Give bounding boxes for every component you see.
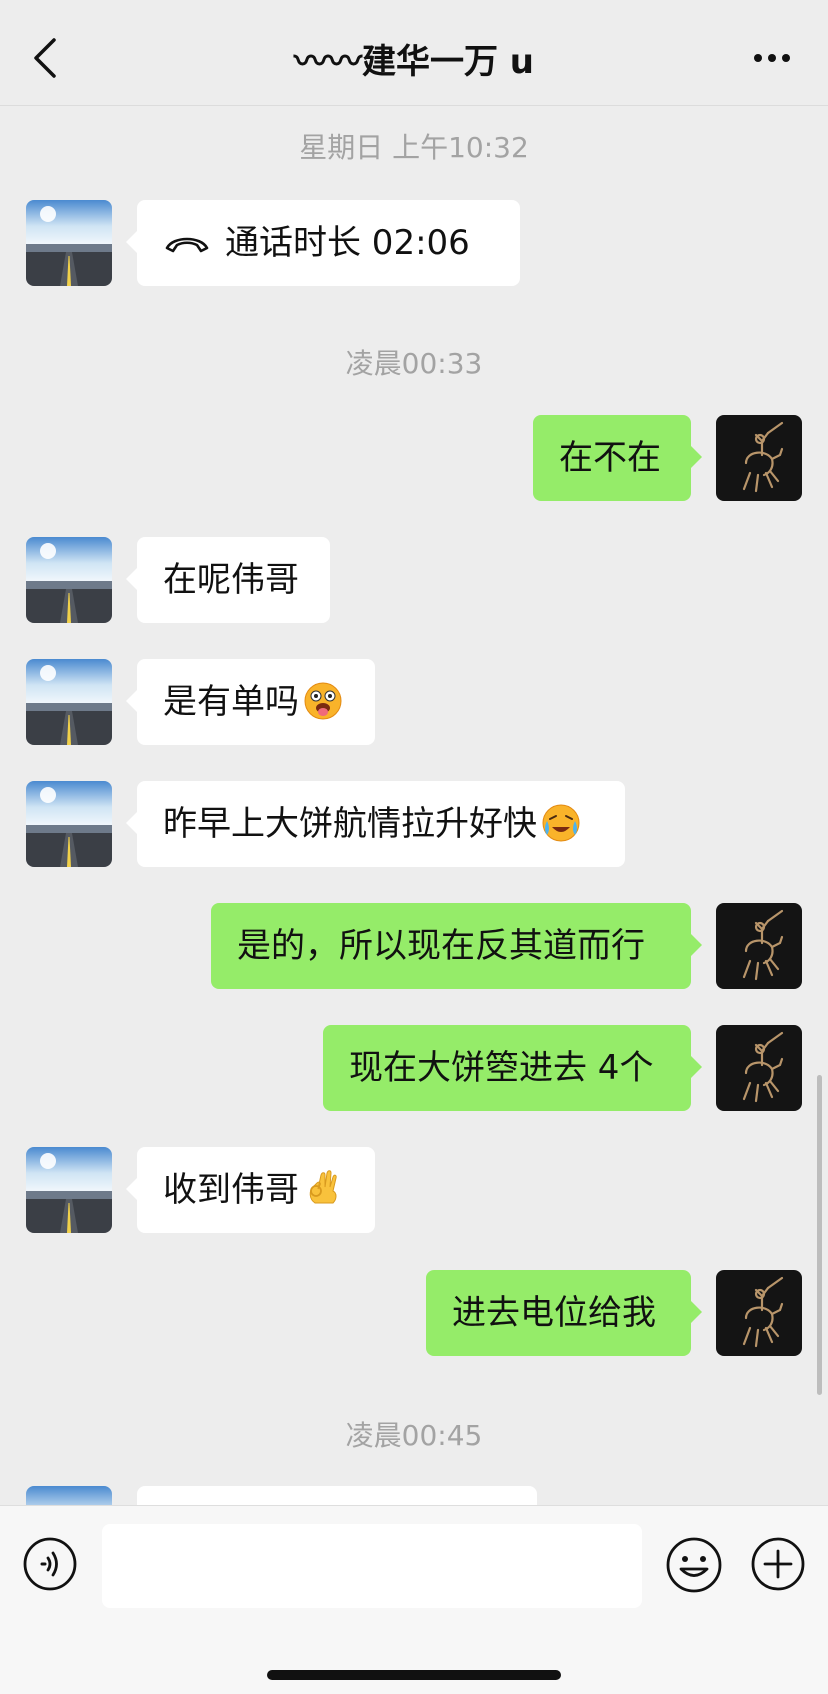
- voice-icon[interactable]: [22, 1536, 78, 1592]
- sent-message[interactable]: 进去电位给我: [426, 1270, 702, 1356]
- received-message[interactable]: 昨早上大饼航情拉升好快: [126, 781, 625, 867]
- contact-avatar[interactable]: [26, 781, 112, 867]
- scrollbar[interactable]: [817, 1075, 822, 1395]
- received-message[interactable]: 在呢伟哥: [126, 537, 330, 623]
- input-bar: [0, 1505, 828, 1694]
- call-duration-text: 通话时长 02:06: [225, 223, 470, 263]
- sent-message[interactable]: 是的，所以现在反其道而行: [211, 903, 702, 989]
- home-indicator[interactable]: [267, 1670, 561, 1680]
- smiley-icon[interactable]: [665, 1536, 723, 1594]
- back-chevron-icon[interactable]: [28, 36, 64, 80]
- my-avatar[interactable]: [716, 1025, 802, 1111]
- contact-avatar[interactable]: [26, 1147, 112, 1233]
- received-message[interactable]: 收到伟哥: [126, 1147, 375, 1233]
- tongue-out-emoji-icon: [304, 682, 342, 719]
- phone-hangup-icon: [165, 237, 209, 252]
- received-message[interactable]: 是有单吗: [126, 659, 375, 745]
- message-text: 收到伟哥: [163, 1170, 299, 1210]
- ok-hand-emoji-icon: [309, 1169, 337, 1203]
- more-dots-icon[interactable]: [752, 48, 792, 68]
- message-text: 是有单吗: [163, 682, 299, 722]
- chat-header: 〰〰建华一万 u: [0, 0, 828, 106]
- timestamp: 凌晨00:45: [345, 1419, 483, 1452]
- contact-avatar[interactable]: [26, 659, 112, 745]
- my-avatar[interactable]: [716, 415, 802, 501]
- plus-icon[interactable]: [750, 1536, 806, 1592]
- chat-title: 〰〰建华一万 u: [293, 42, 535, 82]
- call-record-bubble[interactable]: 通话时长 02:06: [126, 200, 520, 286]
- crying-laughing-emoji-icon: [542, 804, 580, 841]
- contact-avatar[interactable]: [26, 200, 112, 286]
- chat-screen: 〰〰建华一万 u 星期日 上午10:32 通话时长 02:06 凌晨00:33 …: [0, 0, 828, 1694]
- sent-message[interactable]: 现在大饼箜进去 4个: [323, 1025, 702, 1111]
- my-avatar[interactable]: [716, 1270, 802, 1356]
- contact-avatar[interactable]: [26, 537, 112, 623]
- sent-message[interactable]: 在不在: [533, 415, 702, 501]
- timestamp: 星期日 上午10:32: [299, 131, 529, 164]
- message-input[interactable]: [102, 1524, 642, 1608]
- my-avatar[interactable]: [716, 903, 802, 989]
- message-text: 昨早上大饼航情拉升好快: [163, 804, 537, 844]
- timestamp: 凌晨00:33: [345, 347, 483, 380]
